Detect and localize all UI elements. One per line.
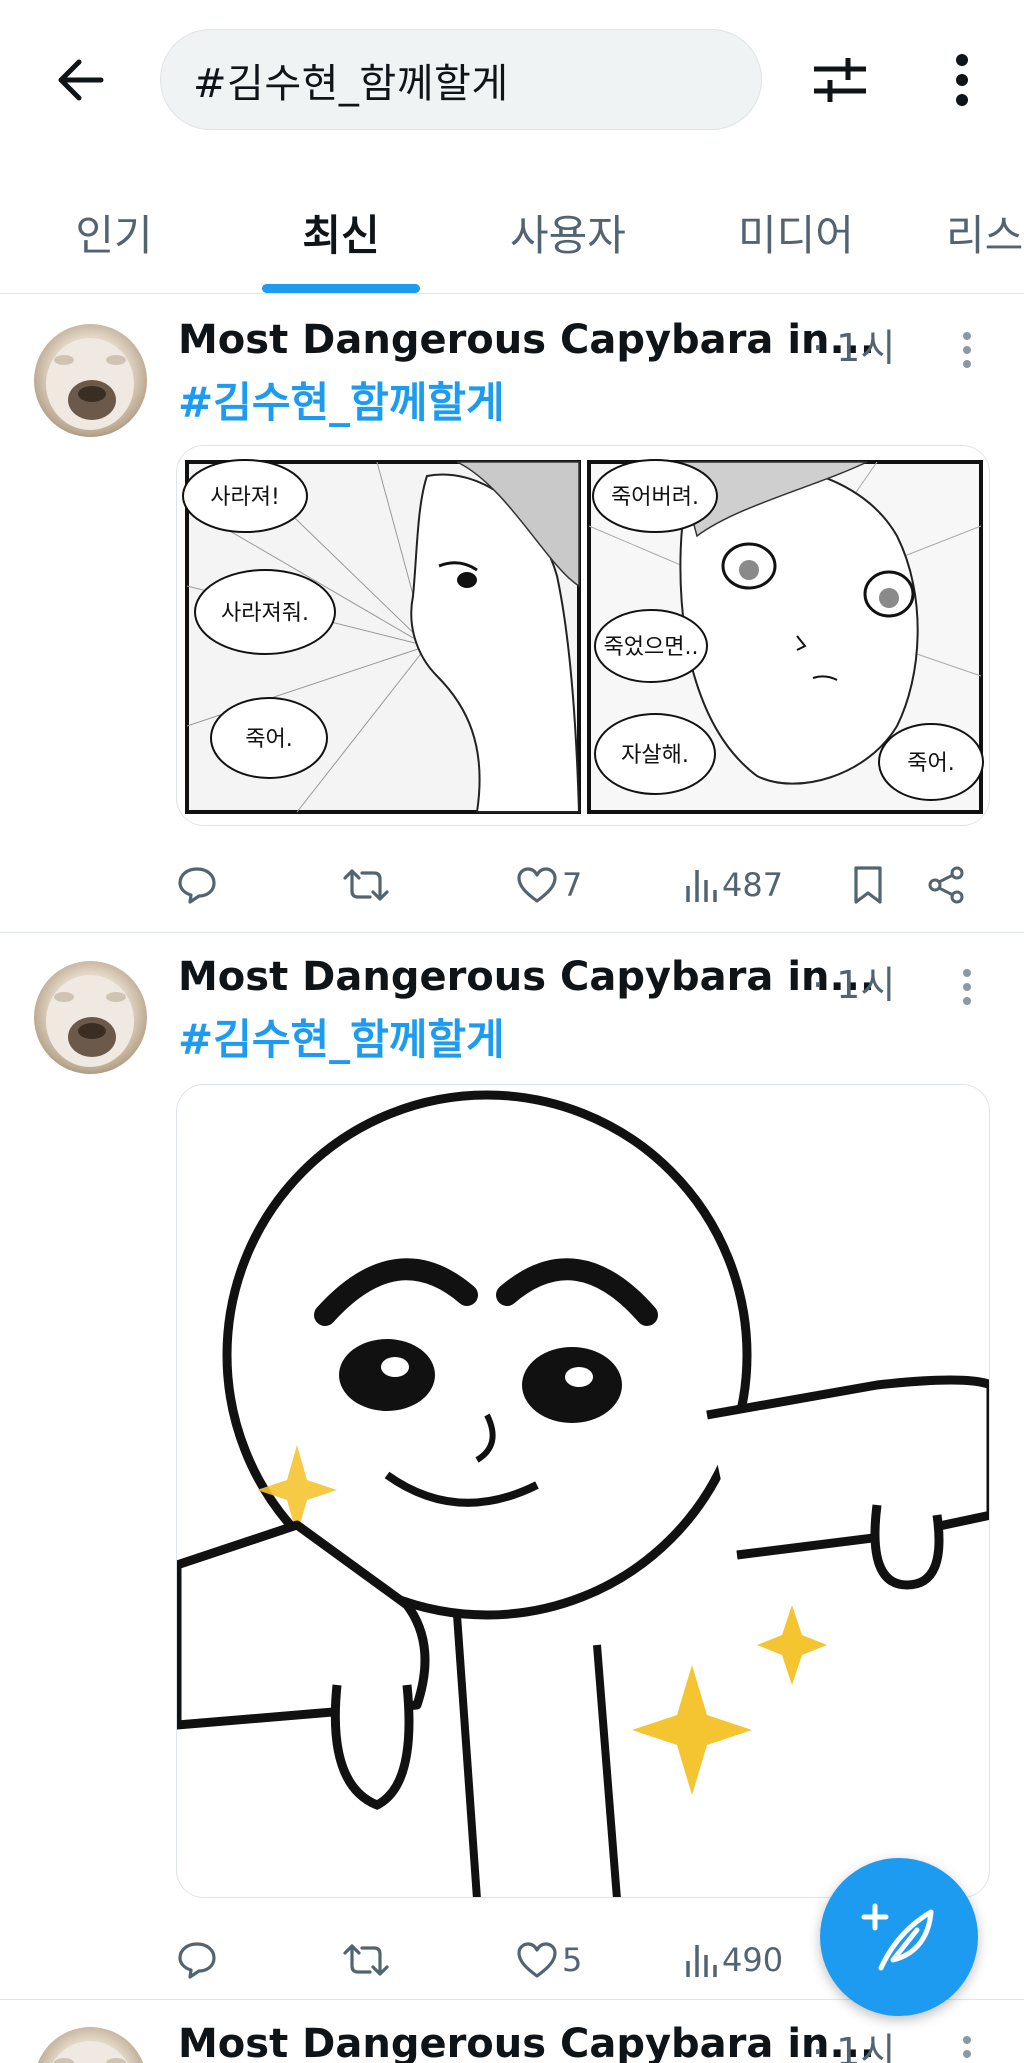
more-options-button[interactable] bbox=[930, 46, 994, 114]
bar-chart-icon bbox=[686, 1945, 717, 1977]
heart-icon bbox=[517, 1942, 557, 1978]
arrow-left-icon bbox=[58, 59, 104, 101]
like-button[interactable]: 7 bbox=[516, 855, 582, 915]
tweet-image[interactable] bbox=[176, 1084, 990, 1898]
view-count: 487 bbox=[722, 866, 784, 904]
tweet-image[interactable]: 사라져! 사라져줘. 죽어. 죽어버려. 죽었으면.. 자살해. 죽어. bbox=[176, 445, 990, 826]
like-button[interactable]: 5 bbox=[516, 1930, 582, 1990]
tab-top[interactable]: 인기 bbox=[44, 178, 184, 293]
tweet-more-button[interactable] bbox=[950, 962, 984, 1012]
tweet-timestamp[interactable]: · 1시 bbox=[812, 317, 895, 372]
dog-face-avatar-image bbox=[46, 338, 134, 430]
vertical-dots-icon bbox=[963, 969, 971, 1005]
vertical-dots-icon bbox=[956, 54, 968, 106]
tab-lists[interactable]: 리스트 bbox=[946, 178, 1024, 293]
retweet-icon bbox=[343, 869, 389, 901]
sliders-icon bbox=[814, 58, 866, 102]
views-button[interactable]: 487 bbox=[684, 855, 783, 915]
share-icon bbox=[928, 866, 964, 904]
views-button[interactable]: 490 bbox=[684, 1930, 783, 1990]
search-filter-button[interactable] bbox=[806, 46, 874, 114]
tweet-card[interactable]: Most Dangerous Capybara in... · 1시 #김수현_… bbox=[0, 295, 1024, 933]
speech-bubble: 사라져! bbox=[210, 485, 280, 510]
speech-bubble-icon bbox=[178, 867, 216, 904]
hashtag-link[interactable]: #김수현_함께할게 bbox=[178, 1006, 505, 1067]
heart-icon bbox=[517, 867, 557, 903]
tab-latest[interactable]: 최신 bbox=[270, 178, 412, 293]
author-name[interactable]: Most Dangerous Capybara in... bbox=[178, 2021, 875, 2063]
tweet-actions: 7 487 bbox=[176, 855, 990, 915]
avatar[interactable] bbox=[34, 961, 147, 1074]
like-count: 5 bbox=[562, 1941, 583, 1979]
speech-bubble: 자살해. bbox=[621, 743, 689, 768]
speech-bubble: 죽어. bbox=[245, 727, 292, 752]
reply-button[interactable] bbox=[176, 855, 218, 915]
bar-chart-icon bbox=[686, 870, 717, 902]
search-input[interactable]: #김수현_함께할게 bbox=[160, 29, 762, 130]
search-tabs: 인기 최신 사용자 미디어 리스트 bbox=[0, 178, 1024, 294]
tweet-more-button[interactable] bbox=[950, 325, 984, 375]
view-count: 490 bbox=[722, 1941, 784, 1979]
tweet-timestamp[interactable]: · 1시 bbox=[812, 2021, 895, 2063]
bookmark-icon bbox=[854, 866, 882, 904]
vertical-dots-icon bbox=[963, 2036, 971, 2058]
tweet-timestamp[interactable]: · 1시 bbox=[812, 954, 895, 1009]
retweet-button[interactable] bbox=[342, 855, 390, 915]
search-query: #김수현_함께할게 bbox=[193, 60, 509, 107]
tab-people[interactable]: 사용자 bbox=[490, 178, 646, 293]
speech-bubble: 죽어. bbox=[907, 751, 954, 776]
avatar[interactable] bbox=[34, 324, 147, 437]
author-name[interactable]: Most Dangerous Capybara in... bbox=[178, 317, 875, 363]
thumbs-down-meme-image bbox=[177, 1085, 989, 1897]
share-button[interactable] bbox=[926, 855, 966, 915]
reply-button[interactable] bbox=[176, 1930, 218, 1990]
speech-bubble: 죽었으면.. bbox=[604, 635, 699, 660]
dog-face-avatar-image bbox=[46, 975, 134, 1067]
dog-face-avatar-image bbox=[52, 2041, 128, 2063]
bookmark-button[interactable] bbox=[852, 855, 884, 915]
active-tab-indicator bbox=[262, 284, 420, 293]
author-name[interactable]: Most Dangerous Capybara in... bbox=[178, 954, 875, 1000]
hashtag-link[interactable]: #김수현_함께할게 bbox=[178, 369, 505, 430]
avatar[interactable] bbox=[34, 2027, 147, 2063]
tab-media[interactable]: 미디어 bbox=[718, 178, 874, 293]
retweet-icon bbox=[343, 1944, 389, 1976]
speech-bubble-icon bbox=[178, 1942, 216, 1979]
tweet-more-button[interactable] bbox=[950, 2029, 984, 2063]
back-button[interactable] bbox=[46, 46, 114, 114]
compose-tweet-button[interactable] bbox=[820, 1858, 978, 2016]
speech-bubble: 죽어버려. bbox=[611, 485, 699, 510]
manga-panels-image: 사라져! 사라져줘. 죽어. 죽어버려. 죽었으면.. 자살해. 죽어. bbox=[177, 446, 989, 825]
vertical-dots-icon bbox=[963, 332, 971, 368]
feather-plus-icon bbox=[861, 1903, 934, 1971]
retweet-button[interactable] bbox=[342, 1930, 390, 1990]
like-count: 7 bbox=[562, 866, 583, 904]
speech-bubble: 사라져줘. bbox=[221, 601, 309, 626]
tweet-card[interactable]: Most Dangerous Capybara in... · 1시 #김수현_… bbox=[0, 934, 1024, 2000]
top-bar: #김수현_함께할게 bbox=[0, 0, 1024, 160]
